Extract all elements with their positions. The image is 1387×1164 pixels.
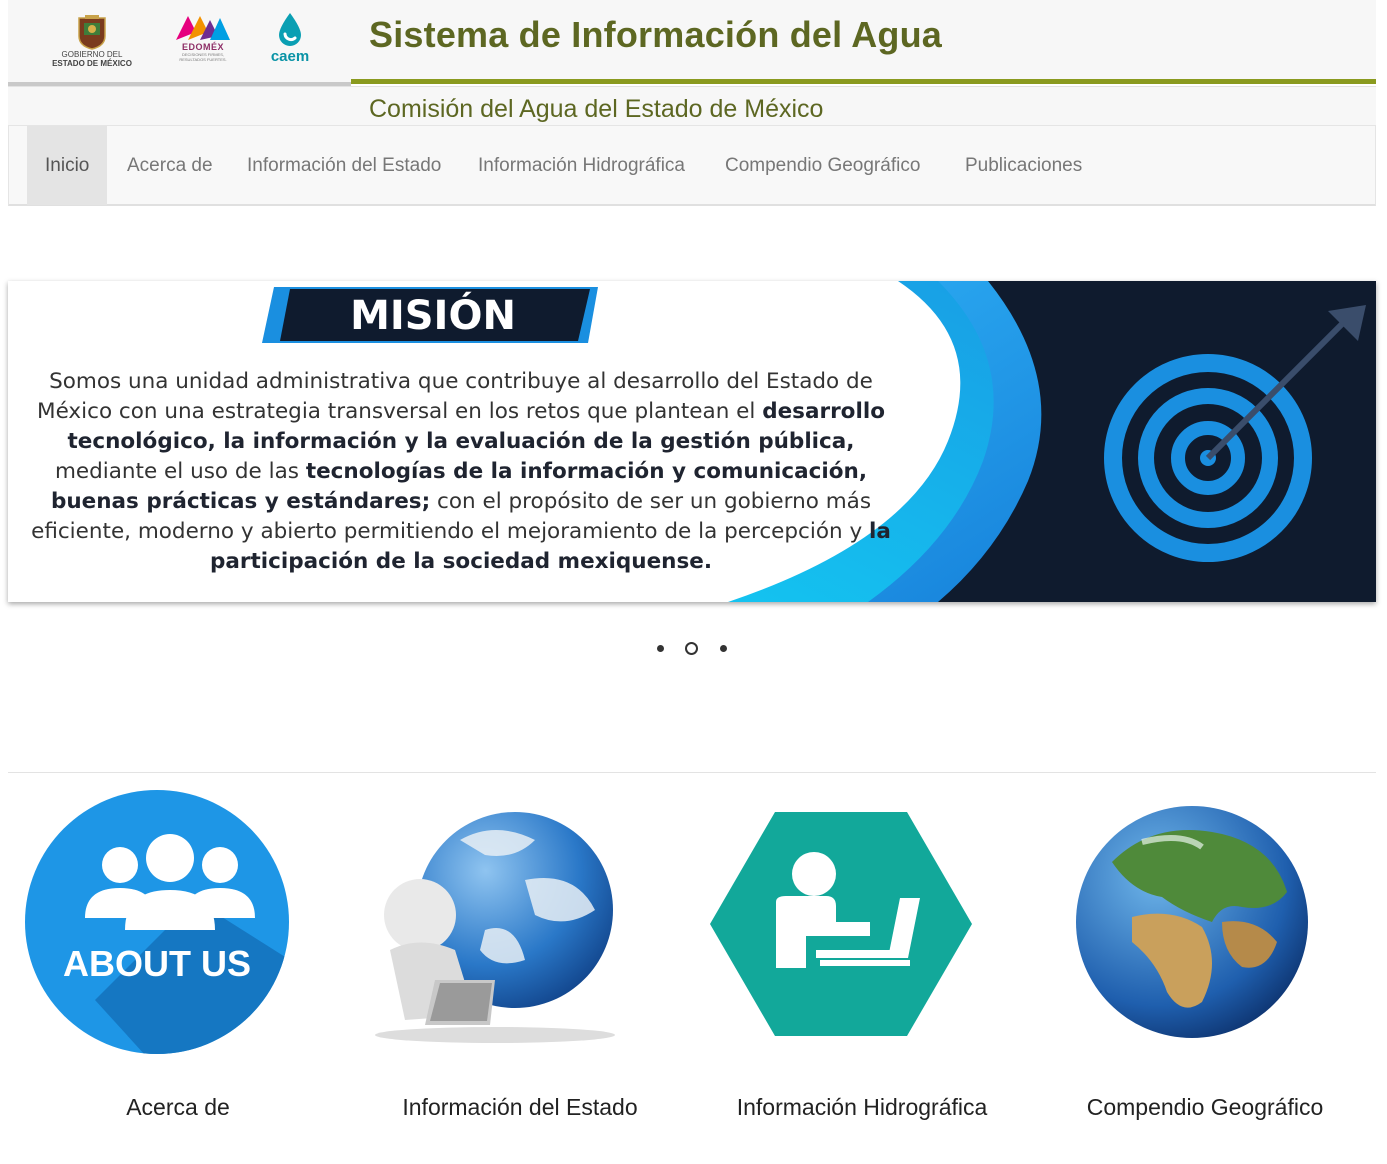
gem-logo-line2: ESTADO DE MÉXICO bbox=[52, 59, 132, 68]
about-us-image-text: ABOUT US bbox=[63, 943, 251, 984]
site-title: Sistema de Información del Agua bbox=[369, 14, 942, 55]
site-subtitle: Comisión del Agua del Estado de México bbox=[369, 95, 824, 123]
edomex-m-icon bbox=[176, 16, 230, 40]
nav-informacion-estado[interactable]: Información del Estado bbox=[229, 126, 459, 205]
nav-informacion-hidrografica[interactable]: Información Hidrográfica bbox=[460, 126, 703, 205]
mission-title: MISIÓN bbox=[350, 293, 516, 339]
site-header: GOBIERNO DEL ESTADO DE MÉXICO EDOMÉX DEC… bbox=[8, 0, 1376, 126]
globe-laptop-icon[interactable] bbox=[365, 800, 625, 1050]
subtitle-bar: Comisión del Agua del Estado de México bbox=[8, 86, 1376, 126]
logo-bar: GOBIERNO DEL ESTADO DE MÉXICO EDOMÉX DEC… bbox=[8, 0, 351, 86]
card-label-acerca-de[interactable]: Acerca de bbox=[58, 1094, 298, 1121]
about-us-icon[interactable]: ABOUT US bbox=[25, 790, 290, 1055]
earth-globe-icon[interactable] bbox=[1072, 802, 1312, 1042]
edomex-logo[interactable]: EDOMÉX DECISIONES FIRMES, RESULTADOS FUE… bbox=[168, 12, 238, 62]
caem-logo[interactable]: caem bbox=[260, 12, 320, 64]
water-drop-icon bbox=[279, 13, 301, 46]
card-label-compendio-geografico[interactable]: Compendio Geográfico bbox=[1062, 1094, 1348, 1121]
main-navbar: Inicio Acerca de Información del Estado … bbox=[8, 125, 1376, 206]
carousel-dot-3[interactable] bbox=[720, 645, 727, 652]
mission-statement-text: mediante el uso de las bbox=[54, 459, 306, 484]
mission-carousel-slide[interactable]: MISIÓN Somos una unidad administrativa q… bbox=[8, 281, 1376, 602]
carousel-dot-2[interactable] bbox=[685, 642, 698, 655]
mission-statement: Somos una unidad administrativa que cont… bbox=[22, 367, 900, 577]
mission-statement-text: Somos una unidad administrativa que cont… bbox=[37, 369, 873, 424]
gem-logo-line1: GOBIERNO DEL bbox=[61, 50, 123, 59]
coat-of-arms-icon bbox=[78, 15, 106, 50]
person-laptop-icon[interactable] bbox=[710, 810, 972, 1038]
card-label-informacion-estado[interactable]: Información del Estado bbox=[380, 1094, 660, 1121]
edomex-wordmark: EDOMÉX bbox=[181, 42, 224, 52]
card-label-informacion-hidrografica[interactable]: Información Hidrográfica bbox=[712, 1094, 1012, 1121]
nav-compendio-geografico[interactable]: Compendio Geográfico bbox=[707, 126, 938, 205]
title-bar: Sistema de Información del Agua bbox=[351, 0, 1376, 84]
nav-publicaciones[interactable]: Publicaciones bbox=[947, 126, 1100, 205]
carousel-dot-1[interactable] bbox=[657, 645, 664, 652]
section-divider bbox=[8, 772, 1376, 773]
carousel-indicators bbox=[0, 640, 1387, 658]
caem-wordmark: caem bbox=[270, 48, 310, 65]
edomex-tagline-2: RESULTADOS FUERTES. bbox=[179, 57, 227, 62]
gobierno-estado-mexico-logo[interactable]: GOBIERNO DEL ESTADO DE MÉXICO bbox=[40, 14, 144, 68]
nav-acerca-de[interactable]: Acerca de bbox=[109, 126, 231, 205]
nav-inicio[interactable]: Inicio bbox=[27, 126, 108, 205]
